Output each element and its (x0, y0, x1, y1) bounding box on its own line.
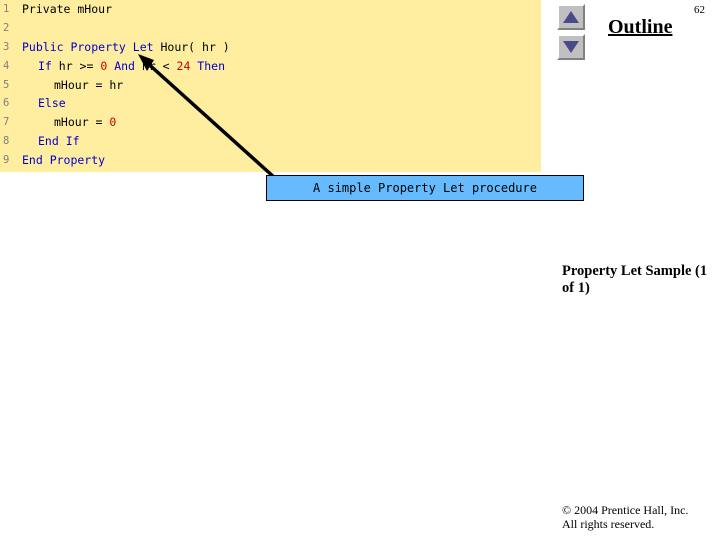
callout-box: A simple Property Let procedure (266, 175, 584, 201)
code-line-number: 4 (3, 59, 10, 72)
code-line-text: If hr >= 0 And hr < 24 Then (22, 57, 225, 76)
code-line-number: 5 (3, 78, 10, 91)
code-line-text: End Property (22, 151, 105, 170)
code-line: 1 Private mHour (0, 0, 541, 19)
code-line-number: 7 (3, 116, 10, 129)
code-token: And (107, 58, 135, 73)
code-line: 6 Else (0, 94, 541, 113)
code-line-text: mHour = 0 (22, 113, 116, 132)
code-line-number: 9 (3, 154, 10, 167)
code-line-number: 3 (3, 40, 10, 53)
page-number: 62 (694, 4, 705, 16)
outline-heading: Outline (608, 16, 673, 38)
code-token: hr < (134, 58, 177, 73)
code-token: Then (190, 58, 225, 73)
code-line: 4 If hr >= 0 And hr < 24 Then (0, 57, 541, 76)
code-line: 2 (0, 19, 541, 38)
code-token: End Property (22, 153, 106, 168)
code-token: If (38, 58, 52, 73)
code-line-text: End If (22, 132, 80, 151)
code-token: mHour = hr (54, 77, 124, 92)
code-token: Public Property Let (22, 39, 154, 54)
outline-scroll-down-button[interactable] (557, 34, 585, 60)
code-line-text: Private mHour (22, 0, 112, 19)
slide-caption: Property Let Sample (1 of 1) (562, 263, 708, 296)
code-line-text: Else (22, 94, 66, 113)
code-token: End If (38, 134, 80, 149)
triangle-down-icon (563, 41, 579, 53)
code-token: Else (38, 96, 66, 111)
outline-scroll-up-button[interactable] (557, 4, 585, 30)
code-line-number: 1 (3, 3, 10, 15)
code-token: mHour = (54, 115, 110, 130)
copyright-line-1: © 2004 Prentice Hall, Inc. (562, 503, 689, 517)
code-line-text: Public Property Let Hour( hr ) (22, 38, 230, 57)
code-token: 0 (109, 115, 117, 130)
code-token: hr >= (51, 58, 101, 73)
code-line: 5 mHour = hr (0, 76, 541, 95)
code-listing-panel: 1 Private mHour 2 3 Public Property Let Hour… (0, 0, 541, 172)
code-line-number: 6 (3, 97, 10, 110)
code-token: Private mHour (22, 2, 113, 16)
code-line: 8 End If (0, 132, 541, 151)
code-line: 7 mHour = 0 (0, 113, 541, 132)
callout-text: A simple Property Let procedure (313, 181, 537, 195)
copyright-footer: © 2004 Prentice Hall, Inc. All rights re… (562, 503, 717, 531)
code-token: 24 (176, 58, 191, 73)
code-line-text: mHour = hr (22, 76, 123, 95)
code-line: 3 Public Property Let Hour( hr ) (0, 38, 541, 57)
code-line-number: 8 (3, 135, 10, 148)
code-token: Hour( hr ) (153, 39, 230, 54)
copyright-line-2: All rights reserved. (562, 517, 655, 531)
code-line: 9 End Property (0, 151, 541, 170)
triangle-up-icon (563, 11, 579, 23)
code-line-number: 2 (3, 21, 10, 34)
